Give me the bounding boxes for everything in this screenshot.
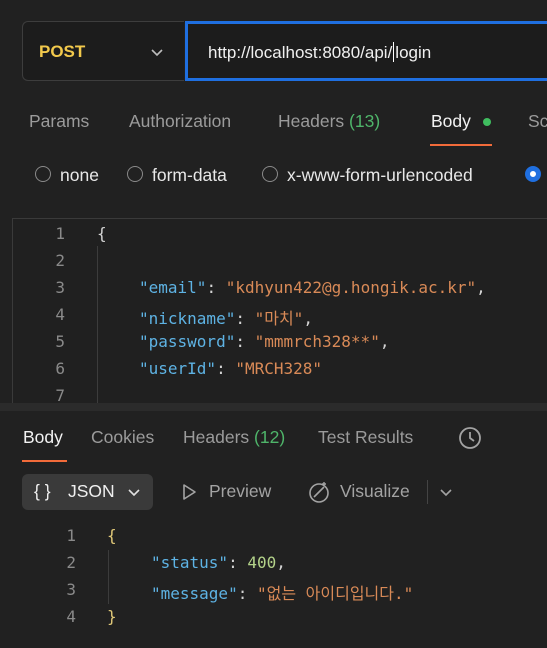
indent-guide — [97, 246, 98, 403]
visualize-icon — [309, 482, 329, 503]
tab-headers[interactable]: Headers (13) — [278, 111, 380, 132]
line-number: 4 — [66, 607, 76, 626]
line-number: 4 — [55, 305, 65, 324]
line-number: 1 — [66, 526, 76, 545]
response-body-viewer[interactable]: 1 2 3 4 { "status": 400, "message": "없는 … — [0, 520, 547, 648]
radio-none-label: none — [60, 165, 99, 185]
method-selector[interactable]: POST — [22, 21, 184, 81]
url-text: http://localhost:8080/api/login — [208, 42, 432, 62]
line-number: 3 — [66, 580, 76, 599]
radio-form-data[interactable] — [127, 166, 143, 182]
format-label: JSON — [68, 481, 115, 501]
body-modified-dot — [483, 118, 491, 126]
format-dropdown[interactable]: { } JSON — [22, 474, 153, 510]
line-number: 2 — [66, 553, 76, 572]
tab-scripts[interactable]: Sc — [528, 111, 547, 132]
tab-params[interactable]: Params — [29, 111, 89, 132]
radio-raw[interactable] — [525, 166, 541, 182]
code-line-nickname: "nickname": "마치", — [139, 309, 313, 328]
pane-divider[interactable] — [0, 403, 547, 411]
request-body-editor[interactable]: 1 2 3 4 5 6 7 { "email": "kdhyun422@g.ho… — [12, 218, 547, 405]
radio-none[interactable] — [35, 166, 51, 182]
radio-urlencoded-label: x-www-form-urlencoded — [287, 165, 473, 185]
chevron-down-icon[interactable] — [438, 484, 454, 500]
code-line-userid: "userId": "MRCH328" — [139, 359, 323, 378]
radio-form-data-label: form-data — [152, 165, 227, 185]
braces-icon: { } — [34, 481, 51, 501]
response-active-tab-indicator — [22, 460, 67, 462]
play-icon — [183, 484, 196, 500]
preview-button[interactable]: Preview — [209, 481, 271, 502]
response-tab-cookies[interactable]: Cookies — [91, 427, 154, 448]
response-tab-test-results[interactable]: Test Results — [318, 427, 413, 448]
code-line-message: "message": "없는 아이디입니다." — [151, 584, 414, 603]
response-tab-body[interactable]: Body — [23, 427, 63, 448]
method-label: POST — [39, 42, 86, 61]
line-number: 2 — [55, 251, 65, 270]
tab-body[interactable]: Body — [431, 111, 471, 132]
chevron-down-icon — [128, 489, 140, 497]
radio-urlencoded[interactable] — [262, 166, 278, 182]
response-headers-count: (12) — [254, 427, 286, 447]
line-number: 1 — [55, 224, 65, 243]
code-line-password: "password": "mmmrch328**", — [139, 332, 390, 351]
line-number: 6 — [55, 359, 65, 378]
line-number: 5 — [55, 332, 65, 351]
history-icon[interactable] — [456, 424, 484, 452]
editor-left-border — [12, 218, 13, 403]
line-number: 3 — [55, 278, 65, 297]
open-brace: { — [107, 526, 117, 545]
url-input[interactable]: http://localhost:8080/api/login — [185, 21, 547, 81]
code-line-status: "status": 400, — [151, 553, 286, 572]
headers-count: (13) — [349, 111, 381, 131]
close-brace: } — [107, 607, 117, 626]
indent-guide — [108, 550, 109, 604]
response-tab-headers[interactable]: Headers (12) — [183, 427, 285, 448]
active-tab-indicator — [430, 144, 492, 146]
toolbar-divider — [427, 480, 428, 504]
visualize-button[interactable]: Visualize — [340, 481, 410, 502]
tab-authorization[interactable]: Authorization — [129, 111, 231, 132]
editor-top-border — [12, 218, 547, 219]
code-line-email: "email": "kdhyun422@g.hongik.ac.kr", — [139, 278, 486, 297]
open-brace: { — [97, 224, 107, 243]
chevron-down-icon — [151, 49, 163, 57]
